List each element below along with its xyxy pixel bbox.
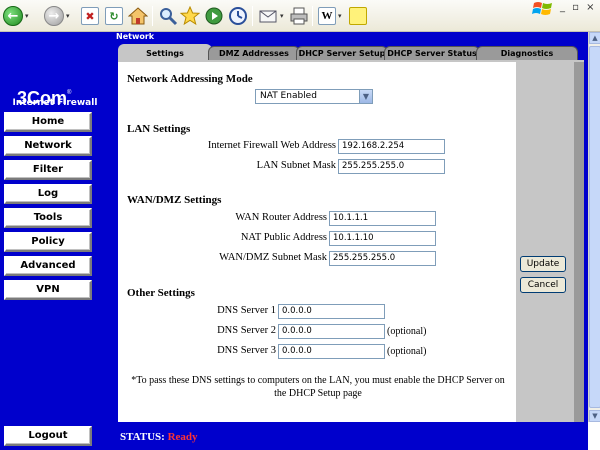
nav-log[interactable]: Log [4,184,92,204]
favorites-button[interactable] [180,5,200,27]
scroll-up-icon[interactable]: ▲ [589,32,600,44]
nav-network[interactable]: Network [4,136,92,156]
history-button[interactable] [228,5,248,27]
dns-note: *To pass these DNS settings to computers… [131,375,505,399]
nav-tools[interactable]: Tools [4,208,92,228]
print-icon [290,7,308,25]
mail-button[interactable]: ▾ [258,5,284,27]
print-button[interactable] [289,5,309,27]
back-icon: ← [3,6,23,26]
forward-icon: → [44,6,64,26]
refresh-button[interactable]: ↻ [105,5,123,27]
settings-form: Network Addressing Mode NAT Enabled ▼ LA… [118,62,516,422]
search-icon [160,8,178,26]
chevron-down-icon: ▼ [359,90,372,103]
chevron-down-icon: ▾ [280,12,284,20]
browser-toolbar: ← ▾ → ▾ ✖ ↻ ▾ W ▾ _ ▫ × [0,0,600,32]
logout-button[interactable]: Logout [4,426,92,446]
notes-icon [349,7,367,25]
dns3-input[interactable]: 0.0.0.0 [278,344,385,359]
window-controls[interactable]: _ ▫ × [560,2,597,13]
other-settings-title: Other Settings [127,287,195,299]
history-icon [229,7,247,25]
wan-subnet-label: WAN/DMZ Subnet Mask [219,252,327,263]
status-label: STATUS: Ready [120,431,198,443]
refresh-icon: ↻ [105,7,123,25]
search-button[interactable] [158,5,178,27]
web-address-label: Internet Firewall Web Address [207,140,336,151]
addressing-mode-title: Network Addressing Mode [127,73,253,85]
forward-button[interactable]: → ▾ [44,5,70,27]
nat-public-label: NAT Public Address [240,232,327,243]
tab-settings[interactable]: Settings [118,44,212,61]
cancel-button[interactable]: Cancel [520,277,566,293]
svg-text:®: ® [67,89,72,96]
dns3-label: DNS Server 3 [217,345,276,356]
wan-settings-title: WAN/DMZ Settings [127,194,222,206]
frame-title: Network [116,32,155,41]
dns1-input[interactable]: 0.0.0.0 [278,304,385,319]
media-button[interactable] [204,5,224,27]
media-icon [205,7,223,25]
dns1-label: DNS Server 1 [217,305,276,316]
dns2-label: DNS Server 2 [217,325,276,336]
nav-home[interactable]: Home [4,112,92,132]
addressing-mode-value: NAT Enabled [260,91,317,101]
home-button[interactable] [128,5,148,27]
dns2-input[interactable]: 0.0.0.0 [278,324,385,339]
vertical-scrollbar[interactable]: ▲ ▼ [588,32,600,422]
tab-dhcp-server-status[interactable]: DHCP Server Status [384,46,480,60]
favorites-icon [180,6,200,26]
chevron-down-icon: ▾ [338,12,342,20]
product-name: Internet Firewall [12,98,98,108]
word-edit-button[interactable]: W ▾ [318,5,342,27]
dns2-optional: (optional) [387,326,427,337]
nav-vpn[interactable]: VPN [4,280,92,300]
mail-icon [259,10,277,23]
windows-logo-icon [532,2,552,15]
home-icon [128,7,148,25]
nav-policy[interactable]: Policy [4,232,92,252]
chevron-down-icon: ▾ [66,12,70,20]
chevron-down-icon: ▾ [25,12,29,20]
lan-subnet-label: LAN Subnet Mask [256,160,336,171]
wan-router-label: WAN Router Address [235,212,327,223]
wan-router-input[interactable]: 10.1.1.1 [329,211,436,226]
stop-button[interactable]: ✖ [81,5,99,27]
tab-dmz-addresses[interactable]: DMZ Addresses [208,46,300,60]
word-icon: W [318,7,336,25]
status-value: Ready [167,431,198,443]
lan-settings-title: LAN Settings [127,123,191,135]
scroll-down-icon[interactable]: ▼ [589,410,600,422]
nat-public-input[interactable]: 10.1.1.10 [329,231,436,246]
nav-advanced[interactable]: Advanced [4,256,92,276]
nav-filter[interactable]: Filter [4,160,92,180]
lan-subnet-input[interactable]: 255.255.255.0 [338,159,445,174]
stop-icon: ✖ [81,7,99,25]
addressing-mode-select[interactable]: NAT Enabled ▼ [255,89,373,104]
dns3-optional: (optional) [387,346,427,357]
tab-dhcp-server-setup[interactable]: DHCP Server Setup [296,46,388,60]
tab-diagnostics[interactable]: Diagnostics [476,46,578,60]
update-button[interactable]: Update [520,256,566,272]
web-address-input[interactable]: 192.168.2.254 [338,139,445,154]
scroll-thumb[interactable] [589,46,600,408]
status-bar: STATUS: Ready [110,422,588,450]
back-button[interactable]: ← ▾ [3,5,29,27]
left-nav: 3Com ® Internet Firewall Home Network Fi… [0,32,110,450]
notes-button[interactable] [349,5,367,27]
wan-subnet-input[interactable]: 255.255.255.0 [329,251,436,266]
